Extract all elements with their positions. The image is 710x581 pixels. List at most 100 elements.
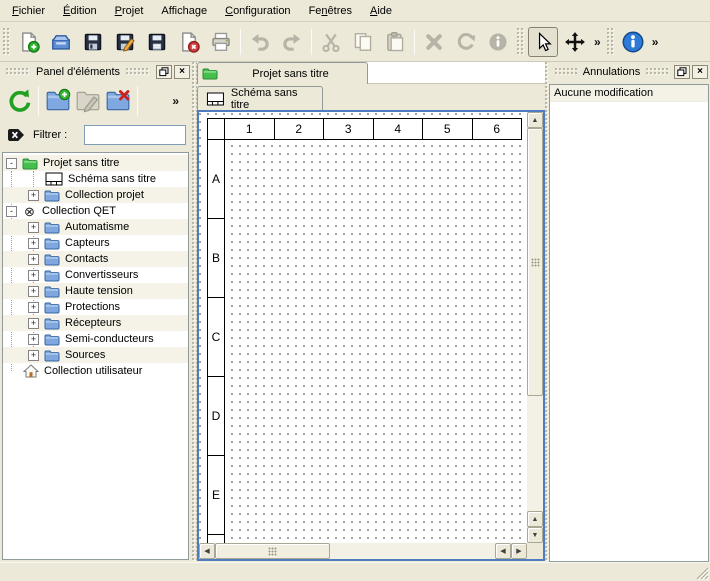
tree-item-collection-qet[interactable]: - ⊗ Collection QET (3, 203, 188, 219)
redo-button[interactable] (277, 27, 307, 57)
expand-icon[interactable]: + (28, 318, 39, 329)
elements-panel-titlebar[interactable]: Panel d'éléments × (0, 62, 192, 82)
expand-icon[interactable]: + (28, 270, 39, 281)
scroll-left-button[interactable]: ◀ (495, 543, 511, 559)
diagram-icon (45, 172, 63, 186)
delete-category-button[interactable] (103, 86, 133, 116)
diagram-canvas[interactable]: 1 2 3 4 5 6 A B C D E (199, 112, 527, 543)
reload-collections-button[interactable] (4, 86, 34, 116)
move-tool-button[interactable] (560, 27, 590, 57)
toolbar-overflow-button[interactable]: » (649, 35, 662, 49)
print-button[interactable] (206, 27, 236, 57)
expand-icon[interactable]: + (28, 302, 39, 313)
expand-icon[interactable]: + (28, 222, 39, 233)
menu-fichier[interactable]: Fichier (3, 0, 54, 21)
new-project-button[interactable] (14, 27, 44, 57)
edit-category-button[interactable] (73, 86, 103, 116)
tree-item-collection-projet[interactable]: + Collection projet (3, 187, 188, 203)
toolbar-drag-handle[interactable] (607, 28, 614, 56)
open-project-button[interactable] (46, 27, 76, 57)
column-header: 2 (275, 118, 325, 140)
toolbar-overflow-button[interactable]: » (591, 35, 604, 49)
menu-aide[interactable]: Aide (361, 0, 401, 21)
copy-button[interactable] (348, 27, 378, 57)
expand-icon[interactable]: + (28, 334, 39, 345)
tree-item-sources[interactable]: + Sources (3, 347, 188, 363)
resize-grip-icon[interactable] (695, 566, 709, 580)
menu-configuration[interactable]: Configuration (216, 0, 299, 21)
tree-item-haute-tension[interactable]: + Haute tension (3, 283, 188, 299)
undo-history-list[interactable]: Aucune modification (549, 84, 709, 562)
toolbar-drag-handle[interactable] (3, 28, 10, 56)
element-info-button[interactable] (483, 27, 513, 57)
undo-button[interactable] (245, 27, 275, 57)
scroll-left-button[interactable]: ◀ (199, 543, 215, 559)
tree-item-semi-conducteurs[interactable]: + Semi-conducteurs (3, 331, 188, 347)
expand-icon[interactable]: + (28, 350, 39, 361)
menu-projet[interactable]: Projet (106, 0, 153, 21)
vertical-scroll-track[interactable] (527, 396, 543, 511)
tree-item-contacts[interactable]: + Contacts (3, 251, 188, 267)
scroll-down-button[interactable]: ▼ (527, 527, 543, 543)
tree-item-label: Sources (65, 349, 105, 361)
cut-button[interactable] (316, 27, 346, 57)
filter-input[interactable] (84, 125, 186, 145)
menu-edition[interactable]: Édition (54, 0, 106, 21)
tree-item-automatisme[interactable]: + Automatisme (3, 219, 188, 235)
dock-grip[interactable] (6, 68, 30, 76)
tree-item-diagram[interactable]: Schéma sans titre (3, 171, 188, 187)
save-as-button[interactable] (110, 27, 140, 57)
toolbar-drag-handle[interactable] (517, 28, 524, 56)
left-arrow-icon: ◀ (500, 547, 505, 555)
save-button[interactable] (78, 27, 108, 57)
tree-item-label: Haute tension (65, 285, 133, 297)
dock-grip[interactable] (555, 68, 577, 76)
close-file-button[interactable] (174, 27, 204, 57)
menu-affichage[interactable]: Affichage (152, 0, 216, 21)
clear-filter-icon[interactable] (6, 126, 26, 144)
tree-item-recepteurs[interactable]: + Récepteurs (3, 315, 188, 331)
collapse-icon[interactable]: - (6, 158, 17, 169)
save-all-button[interactable] (142, 27, 172, 57)
project-tab[interactable]: Projet sans titre (197, 62, 368, 84)
expand-icon[interactable]: + (28, 286, 39, 297)
panel-toolbar-overflow-button[interactable]: » (169, 94, 182, 108)
delete-button[interactable] (419, 27, 449, 57)
scroll-right-button[interactable]: ▶ (511, 543, 527, 559)
diagram-icon (206, 92, 225, 106)
dock-grip[interactable] (646, 68, 668, 76)
column-header: 4 (374, 118, 424, 140)
new-category-button[interactable] (43, 86, 73, 116)
tree-item-protections[interactable]: + Protections (3, 299, 188, 315)
expand-icon[interactable]: + (28, 190, 39, 201)
tree-item-capteurs[interactable]: + Capteurs (3, 235, 188, 251)
about-button[interactable] (618, 27, 648, 57)
vertical-scroll-thumb[interactable] (527, 128, 543, 396)
diagram-tab[interactable]: Schéma sans titre (197, 86, 323, 110)
vertical-scrollbar[interactable]: ▲ ▲ ▼ (527, 112, 543, 543)
tree-item-label: Collection utilisateur (44, 365, 142, 377)
close-panel-button[interactable]: × (692, 65, 708, 79)
collapse-icon[interactable]: - (6, 206, 17, 217)
float-panel-button[interactable] (674, 65, 690, 79)
horizontal-scroll-thumb[interactable] (215, 543, 330, 559)
horizontal-scroll-track[interactable] (330, 543, 495, 559)
edit-folder-icon (75, 88, 101, 114)
horizontal-scrollbar[interactable]: ◀ ◀ ▶ (199, 543, 527, 559)
paste-button[interactable] (380, 27, 410, 57)
scroll-up-button[interactable]: ▲ (527, 112, 543, 128)
undo-panel-titlebar[interactable]: Annulations × (549, 62, 710, 82)
rotate-button[interactable] (451, 27, 481, 57)
float-panel-button[interactable] (156, 65, 172, 79)
menu-fenetres[interactable]: Fenêtres (300, 0, 361, 21)
new-document-icon (18, 31, 40, 53)
tree-item-collection-utilisateur[interactable]: Collection utilisateur (3, 363, 188, 379)
expand-icon[interactable]: + (28, 238, 39, 249)
dock-grip[interactable] (126, 68, 150, 76)
tree-item-convertisseurs[interactable]: + Convertisseurs (3, 267, 188, 283)
scroll-up-button[interactable]: ▲ (527, 511, 543, 527)
expand-icon[interactable]: + (28, 254, 39, 265)
tree-item-project[interactable]: - Projet sans titre (3, 155, 188, 171)
close-panel-button[interactable]: × (174, 65, 190, 79)
select-tool-button[interactable] (528, 27, 558, 57)
